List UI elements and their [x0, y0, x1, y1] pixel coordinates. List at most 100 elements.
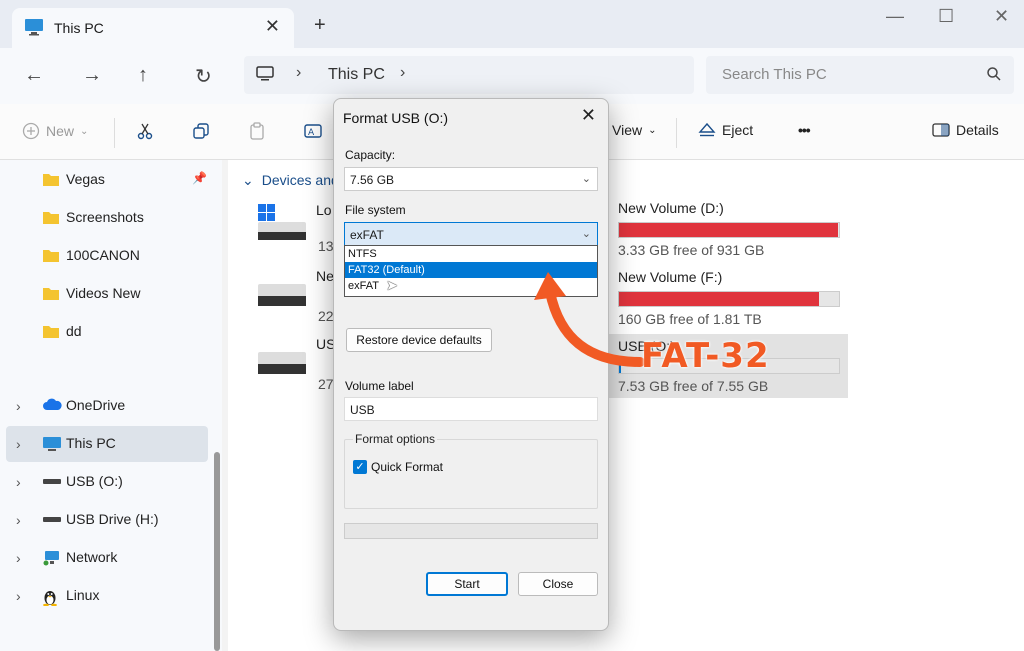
back-button[interactable]: ← [24, 64, 44, 87]
folder-icon [42, 210, 60, 228]
quick-format-label[interactable]: Quick Format [371, 460, 443, 474]
navigation-pane: Vegas 📌 Screenshots 100CANON Videos New … [0, 160, 222, 651]
drive-usage-fill [619, 223, 839, 237]
chevron-right-icon[interactable]: › [16, 436, 21, 452]
mouse-cursor-icon: ➤ [386, 277, 398, 293]
title-bar: This PC ✕ + — ☐ ✕ [0, 0, 1024, 48]
search-icon [986, 66, 1002, 85]
drive-tile-usb[interactable]: US 27 [256, 336, 336, 392]
chevron-down-icon: ⌄ [80, 125, 89, 137]
minimize-button[interactable]: — [886, 6, 904, 27]
close-button[interactable]: Close [518, 572, 598, 596]
copy-icon [193, 123, 209, 139]
volume-label-input[interactable]: USB [344, 397, 598, 421]
capacity-select[interactable]: 7.56 GB ⌄ [344, 167, 598, 191]
sidebar-scrollbar[interactable] [214, 452, 220, 651]
svg-text:A: A [308, 128, 315, 138]
sidebar-item-screenshots[interactable]: Screenshots [0, 200, 210, 236]
search-input[interactable]: Search This PC [722, 66, 827, 83]
breadcrumb-this-pc[interactable]: This PC [328, 66, 385, 84]
format-options-title: Format options [353, 432, 438, 446]
view-button[interactable]: View ⌄ [612, 122, 656, 138]
rename-button[interactable]: A [304, 122, 324, 140]
copy-button[interactable] [192, 122, 210, 140]
eject-button[interactable]: Eject [698, 122, 753, 138]
pin-icon: 📌 [192, 171, 207, 185]
folder-icon [42, 172, 60, 190]
address-bar[interactable]: › This PC › [244, 56, 694, 94]
sidebar-item-dd[interactable]: dd [0, 314, 210, 350]
plus-circle-icon [22, 122, 40, 140]
sidebar-item-this-pc[interactable]: › This PC [6, 426, 208, 462]
up-button[interactable]: ↑ [138, 64, 148, 87]
chevron-right-icon[interactable]: › [16, 588, 21, 604]
refresh-button[interactable]: ↻ [195, 64, 212, 89]
chevron-down-icon: ⌄ [242, 172, 254, 188]
sidebar-item-label: USB Drive (H:) [66, 511, 159, 527]
option-ntfs[interactable]: NTFS [345, 246, 597, 262]
dialog-close-icon[interactable]: ✕ [581, 105, 596, 126]
sidebar-item-label: This PC [66, 435, 116, 451]
details-button[interactable]: Details [932, 122, 999, 138]
details-label: Details [956, 122, 999, 138]
view-label: View [612, 122, 643, 138]
pc-icon [256, 66, 274, 85]
drive-icon [256, 268, 310, 313]
restore-defaults-button[interactable]: Restore device defaults [346, 328, 492, 352]
sidebar-item-label: Linux [66, 587, 100, 603]
maximize-button[interactable]: ☐ [938, 6, 954, 27]
annotation-arrow-icon [534, 272, 645, 367]
drive-icon [42, 512, 62, 528]
chevron-down-icon: ⌄ [581, 228, 591, 240]
clipboard-icon [250, 122, 264, 140]
chevron-right-icon[interactable]: › [16, 398, 21, 414]
sidebar-item-videos-new[interactable]: Videos New [0, 276, 210, 312]
new-label: New [46, 123, 75, 139]
sidebar-item-onedrive[interactable]: › OneDrive [0, 388, 210, 424]
linux-icon [42, 588, 58, 609]
chevron-down-icon: ⌄ [581, 173, 591, 185]
file-system-select[interactable]: exFAT ⌄ [344, 222, 598, 246]
drive-tile-local[interactable]: Lo 13 [256, 202, 336, 258]
drive-icon [42, 474, 62, 490]
breadcrumb-separator: › [296, 64, 302, 81]
group-title: Devices and [261, 172, 339, 188]
chevron-right-icon[interactable]: › [16, 474, 21, 490]
chevron-right-icon[interactable]: › [16, 512, 21, 528]
breadcrumb-chevron-icon[interactable]: › [400, 64, 405, 82]
dialog-title: Format USB (O:) [343, 110, 449, 126]
sidebar-item-network[interactable]: › Network [0, 540, 210, 576]
more-options-button[interactable]: ••• [798, 122, 811, 138]
drive-free-space: 13 [318, 238, 334, 254]
devices-group-header[interactable]: ⌄ Devices and [242, 172, 339, 189]
cut-button[interactable] [136, 122, 154, 140]
sidebar-item-100canon[interactable]: 100CANON [0, 238, 210, 274]
close-window-button[interactable]: ✕ [994, 6, 1009, 27]
new-tab-button[interactable]: + [314, 14, 326, 37]
volume-label-label: Volume label [345, 379, 414, 393]
annotation-label: FAT-32 [641, 336, 770, 376]
forward-button[interactable]: → [82, 64, 102, 87]
sidebar-item-usb-o[interactable]: › USB (O:) [0, 464, 210, 500]
details-pane-icon [932, 123, 950, 137]
drive-tile-new-volume[interactable]: Ne 22 [256, 268, 336, 324]
navigation-bar: ← → ↑ ↻ › This PC › Search This PC [0, 48, 1024, 104]
drive-name: Ne [316, 268, 334, 284]
quick-format-checkbox[interactable]: ✓ [353, 460, 367, 474]
eject-icon [698, 122, 716, 137]
search-box[interactable]: Search This PC [706, 56, 1014, 94]
network-icon [42, 550, 62, 569]
sidebar-item-linux[interactable]: › Linux [0, 578, 210, 614]
drive-name: Lo [316, 202, 332, 218]
drive-free-space: 3.33 GB free of 931 GB [618, 242, 765, 258]
new-button[interactable]: New ⌄ [22, 122, 88, 140]
tab-close-icon[interactable]: ✕ [265, 16, 280, 37]
tab-this-pc[interactable]: This PC ✕ [12, 8, 294, 48]
sidebar-item-vegas[interactable]: Vegas 📌 [0, 162, 210, 198]
sidebar-item-usb-drive-h[interactable]: › USB Drive (H:) [0, 502, 210, 538]
rename-icon: A [304, 124, 322, 138]
paste-button[interactable] [248, 122, 266, 140]
sidebar-item-label: USB (O:) [66, 473, 123, 489]
chevron-right-icon[interactable]: › [16, 550, 21, 566]
start-button[interactable]: Start [426, 572, 508, 596]
